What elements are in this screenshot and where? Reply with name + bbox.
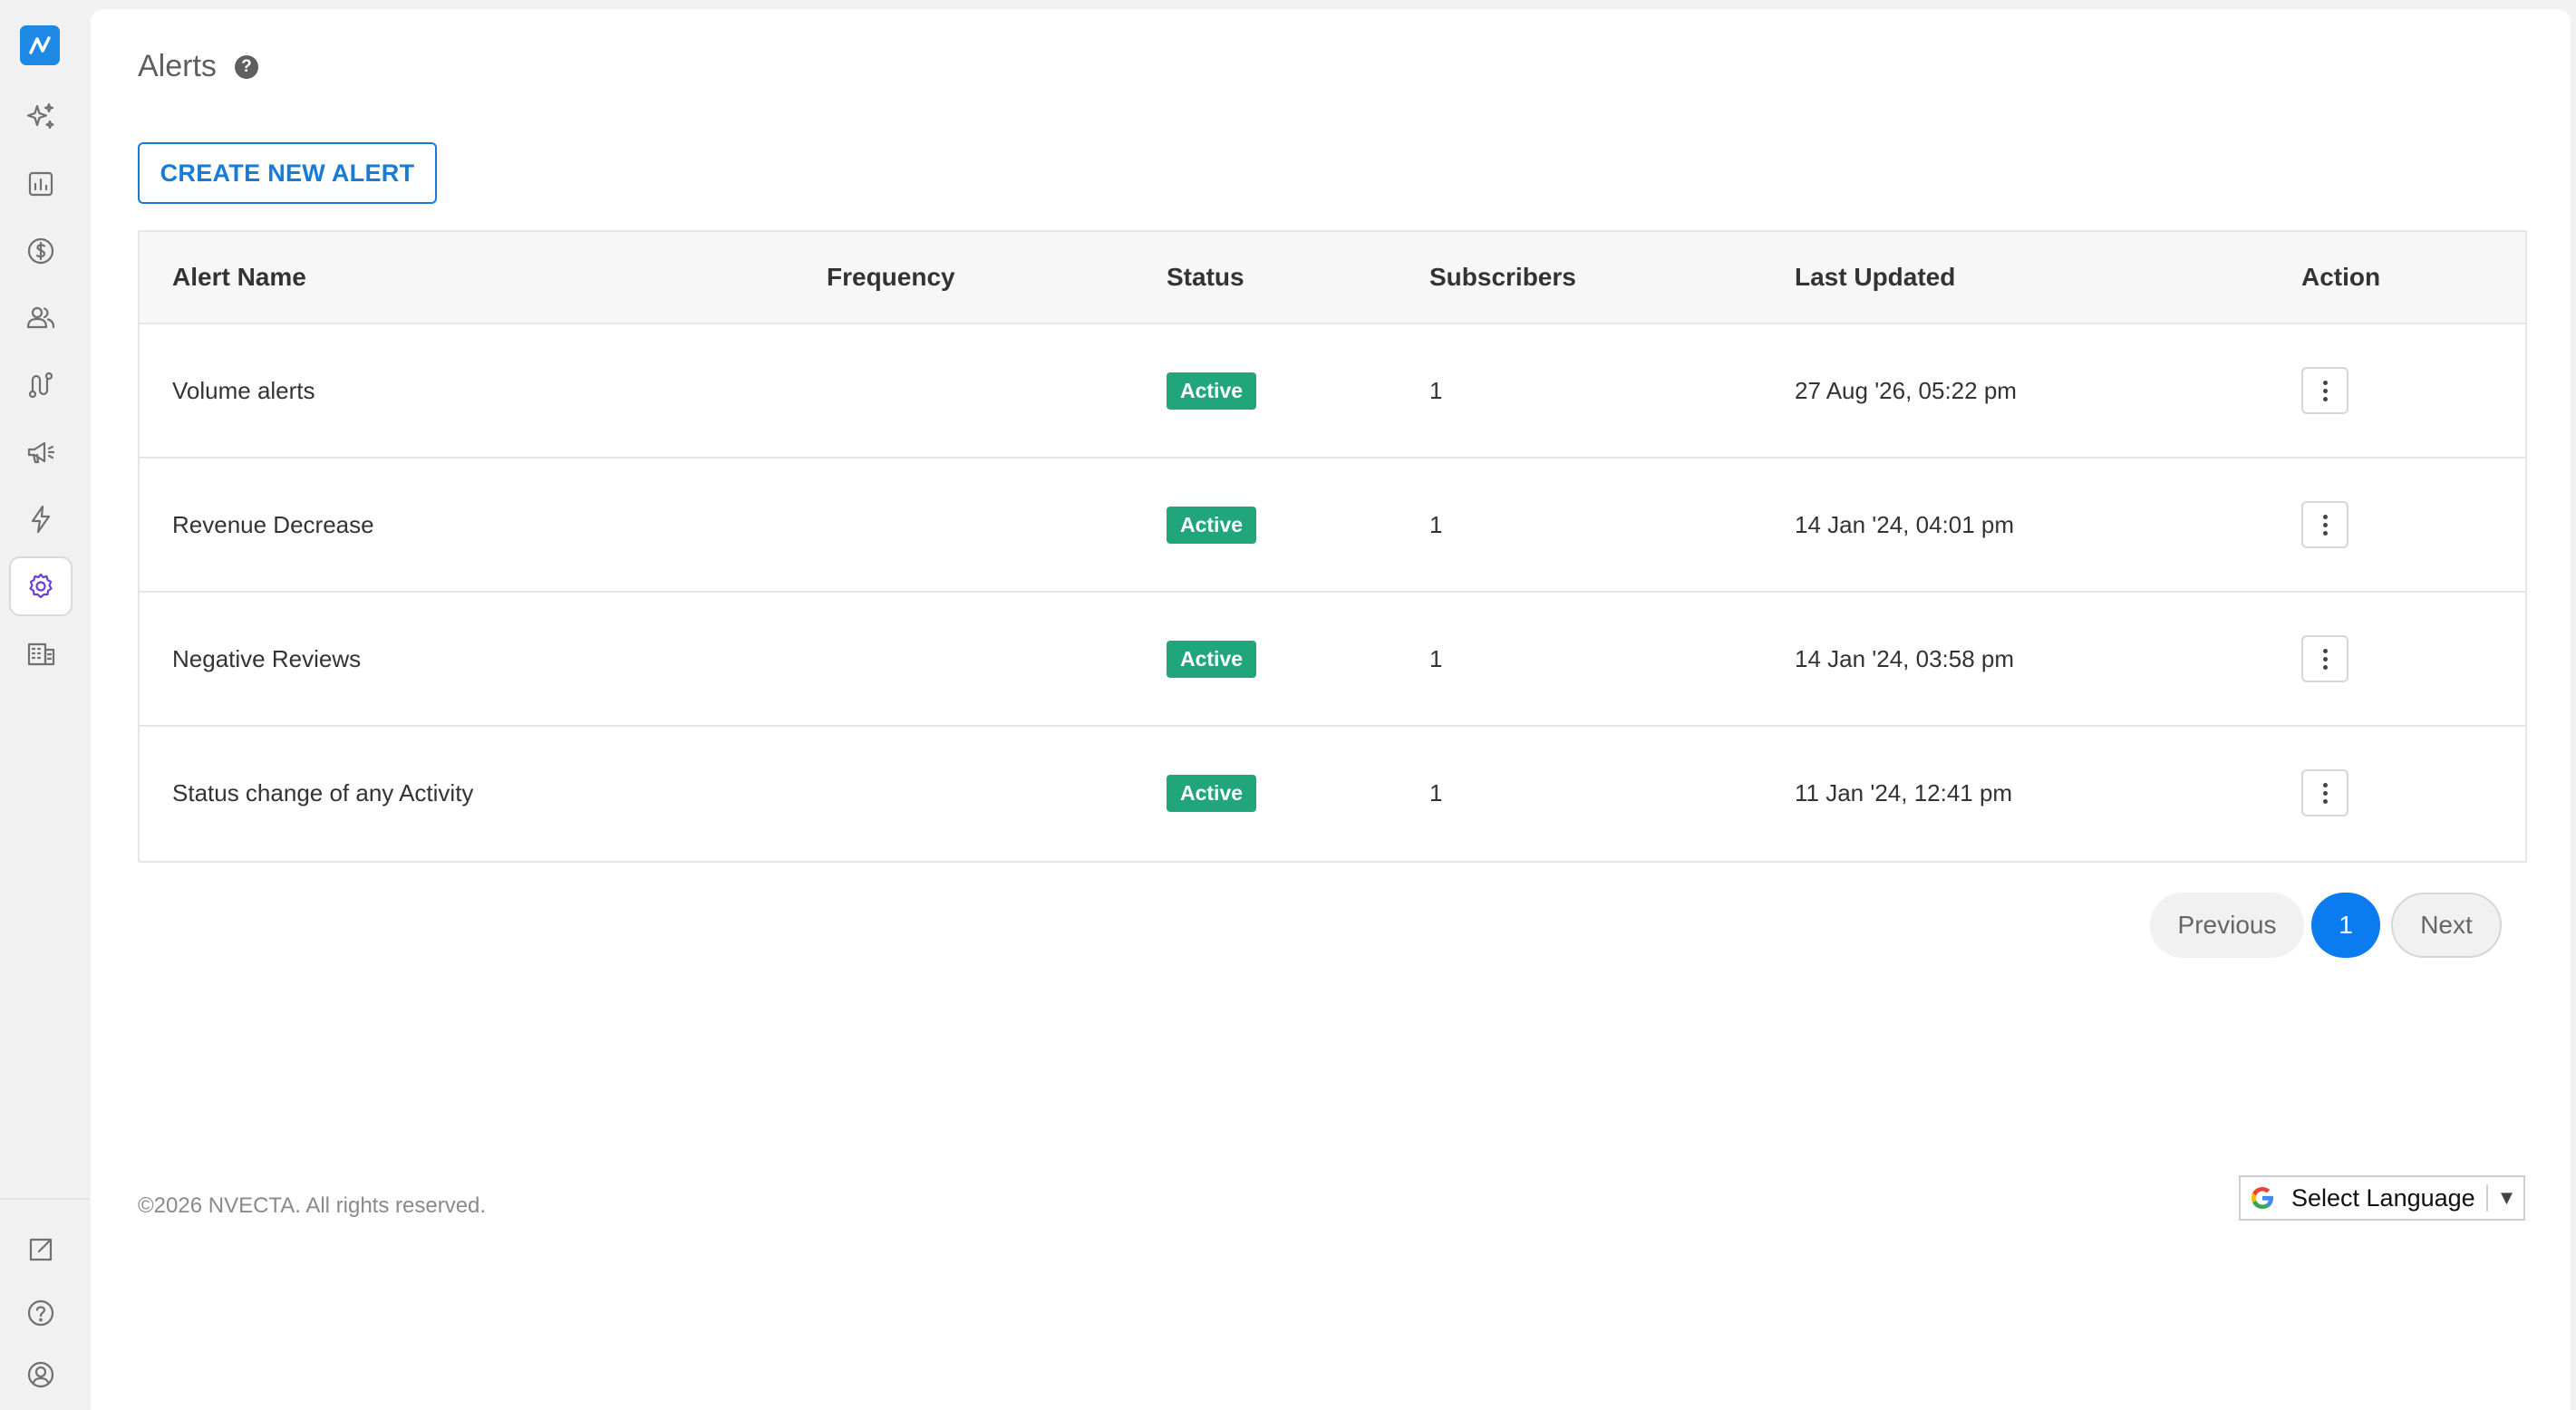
last-updated-cell: 27 Aug '26, 05:22 pm: [1795, 376, 2017, 404]
table-row: Negative Reviews Active 1 14 Jan '24, 03…: [140, 593, 2525, 727]
create-new-alert-button[interactable]: CREATE NEW ALERT: [138, 142, 437, 204]
action-cell: [2301, 459, 2348, 591]
sidebar-item-profile[interactable]: [9, 1345, 73, 1405]
language-select[interactable]: Select Language ▼: [2239, 1175, 2525, 1221]
alert-name-cell[interactable]: Volume alerts: [172, 324, 315, 457]
bolt-icon: [31, 505, 51, 534]
action-cell: [2301, 324, 2348, 457]
column-header-subscribers[interactable]: Subscribers: [1429, 232, 1576, 323]
sidebar: [0, 0, 89, 1410]
alert-name-cell[interactable]: Status change of any Activity: [172, 727, 473, 859]
language-select-divider: [2485, 1184, 2488, 1212]
more-actions-button[interactable]: [2301, 635, 2348, 682]
sidebar-item-reports[interactable]: [9, 154, 73, 214]
more-actions-button[interactable]: [2301, 769, 2348, 816]
more-actions-button[interactable]: [2301, 367, 2348, 414]
sidebar-item-organization[interactable]: [9, 623, 73, 683]
status-badge: Active: [1167, 774, 1257, 812]
column-header-alert-name[interactable]: Alert Name: [172, 232, 306, 323]
last-updated-cell: 14 Jan '24, 04:01 pm: [1795, 510, 2015, 538]
users-icon: [26, 306, 55, 329]
subscribers-cell: 1: [1429, 376, 1443, 404]
megaphone-icon: [27, 441, 55, 464]
status-badge: Active: [1167, 640, 1257, 678]
dropdown-arrow-icon: ▼: [2496, 1186, 2517, 1209]
column-header-frequency[interactable]: Frequency: [827, 232, 955, 323]
status-cell: Active: [1167, 459, 1257, 591]
alerts-table: Alert Name Frequency Status Subscribers …: [138, 230, 2527, 863]
app-logo[interactable]: [20, 25, 60, 65]
chart-report-icon: [28, 171, 53, 197]
action-cell: [2301, 727, 2348, 859]
action-cell: [2301, 593, 2348, 725]
main-panel: Alerts ? CREATE NEW ALERT Alert Name Fre…: [91, 9, 2571, 1410]
building-icon: [27, 642, 55, 666]
status-badge: Active: [1167, 506, 1257, 544]
more-actions-button[interactable]: [2301, 501, 2348, 548]
page-title: Alerts ?: [138, 49, 258, 84]
table-header: Alert Name Frequency Status Subscribers …: [140, 232, 2525, 324]
status-cell: Active: [1167, 324, 1257, 457]
last-updated-cell: 11 Jan '24, 12:41 pm: [1795, 778, 2013, 806]
last-updated-cell: 14 Jan '24, 03:58 pm: [1795, 644, 2015, 672]
subscribers-cell: 1: [1429, 778, 1443, 806]
table-row: Volume alerts Active 1 27 Aug '26, 05:22…: [140, 324, 2525, 459]
sidebar-item-help[interactable]: [9, 1283, 73, 1343]
copyright-text: ©2026 NVECTA. All rights reserved.: [138, 1193, 487, 1218]
language-select-label: Select Language: [2291, 1183, 2475, 1212]
table-row: Revenue Decrease Active 1 14 Jan '24, 04…: [140, 459, 2525, 593]
sidebar-item-ai[interactable]: [9, 87, 73, 147]
gear-icon: [29, 573, 53, 599]
table-row: Status change of any Activity Active 1 1…: [140, 727, 2525, 861]
pagination-previous-button[interactable]: Previous: [2150, 893, 2304, 958]
sidebar-item-campaigns[interactable]: [9, 422, 73, 482]
help-icon[interactable]: ?: [234, 54, 258, 79]
pagination-page-button[interactable]: 1: [2311, 893, 2380, 958]
alert-name-cell[interactable]: Negative Reviews: [172, 593, 361, 725]
sidebar-item-revenue[interactable]: [9, 221, 73, 281]
user-circle-icon: [27, 1361, 54, 1388]
sidebar-item-users[interactable]: [9, 288, 73, 348]
external-link-icon: [29, 1238, 53, 1261]
sidebar-item-journeys[interactable]: [9, 355, 73, 415]
subscribers-cell: 1: [1429, 510, 1443, 538]
pagination-next-button[interactable]: Next: [2391, 893, 2502, 958]
dollar-icon: [27, 237, 54, 265]
alert-name-cell[interactable]: Revenue Decrease: [172, 459, 374, 591]
help-circle-icon: [27, 1299, 54, 1327]
sidebar-item-automations[interactable]: [9, 489, 73, 549]
subscribers-cell: 1: [1429, 644, 1443, 672]
column-header-last-updated[interactable]: Last Updated: [1795, 232, 1955, 323]
status-cell: Active: [1167, 593, 1257, 725]
column-header-status[interactable]: Status: [1167, 232, 1244, 323]
sidebar-divider: [0, 1198, 89, 1200]
sparkles-icon: [26, 102, 54, 130]
status-cell: Active: [1167, 727, 1257, 859]
sidebar-item-settings[interactable]: [9, 556, 73, 616]
google-icon: [2252, 1187, 2273, 1209]
sidebar-item-external[interactable]: [9, 1220, 73, 1280]
column-header-action: Action: [2301, 263, 2381, 291]
status-badge: Active: [1167, 372, 1257, 410]
route-icon: [28, 372, 53, 399]
page-title-text: Alerts: [138, 49, 217, 83]
